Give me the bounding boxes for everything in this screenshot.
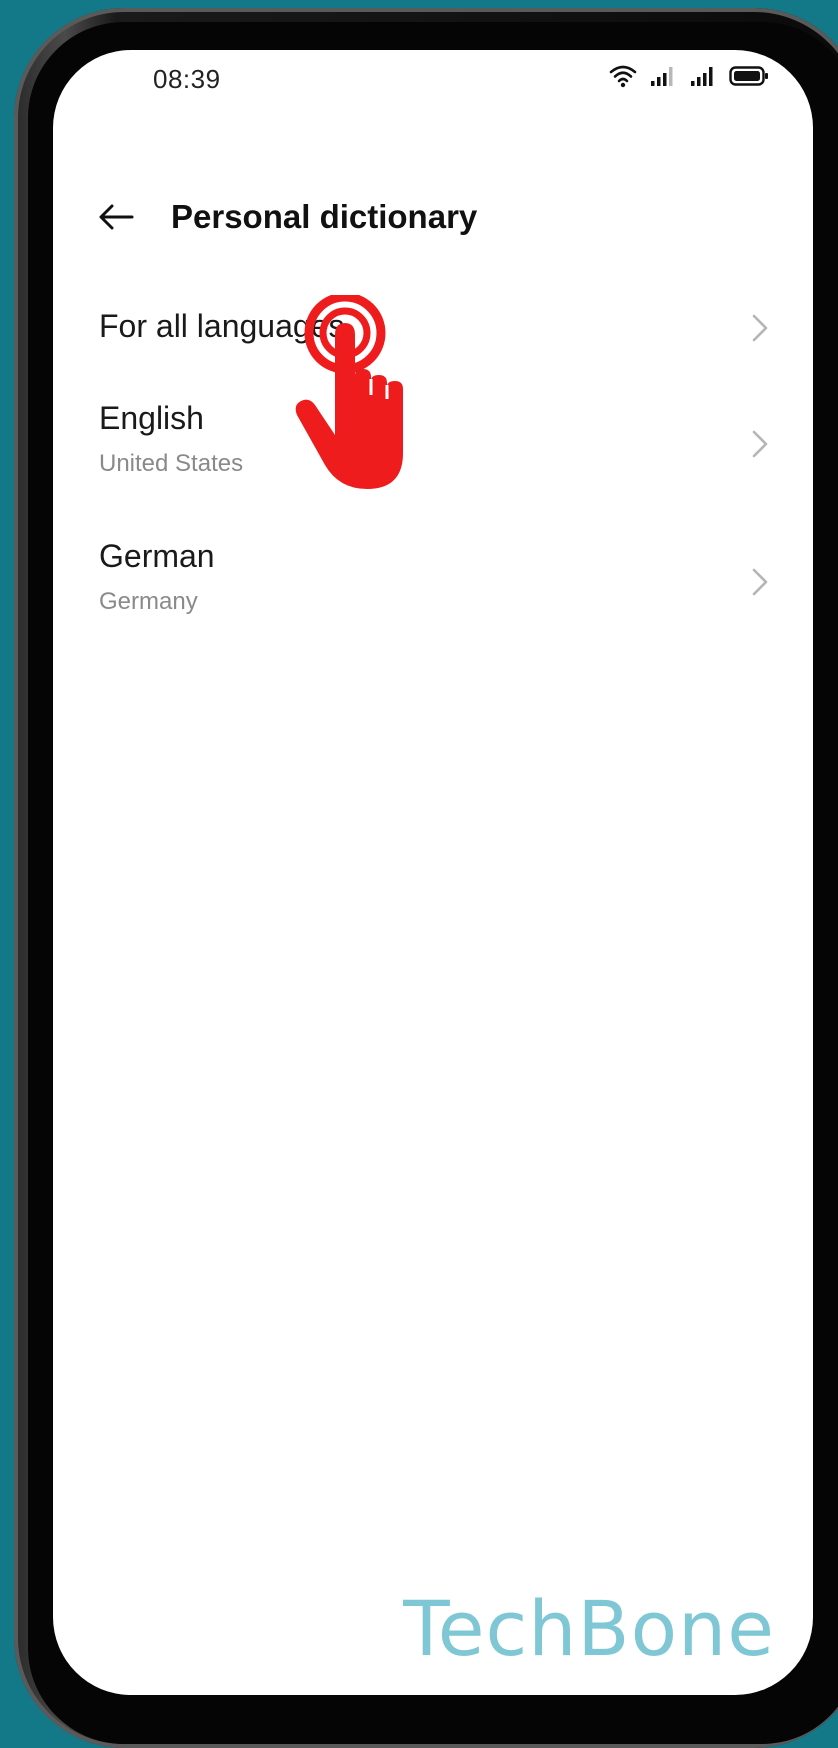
watermark-logo: TechBone [403, 1584, 775, 1673]
status-time: 08:39 [153, 64, 221, 94]
signal-icon [649, 64, 677, 88]
wifi-icon [609, 64, 637, 88]
chevron-right-icon [749, 428, 771, 460]
chevron-right-icon [749, 566, 771, 598]
list-item-title: English [99, 400, 204, 436]
dictionary-list: For all languages English United States … [53, 278, 813, 654]
chevron-right-icon [749, 312, 771, 344]
signal-icon [689, 64, 717, 88]
back-button[interactable] [91, 194, 141, 244]
list-item-english[interactable]: English United States [53, 378, 813, 516]
list-item-title: German [99, 538, 215, 574]
phone-screen: 08:39 Personal dictionary For all langua… [53, 50, 813, 1695]
status-bar: 08:39 [53, 50, 813, 120]
battery-icon [729, 64, 769, 88]
list-item-subtitle: Germany [99, 588, 198, 615]
list-item-title: For all languages [99, 308, 345, 344]
list-item-subtitle: United States [99, 450, 244, 477]
list-item-german[interactable]: German Germany [53, 516, 813, 654]
page-title: Personal dictionary [171, 198, 478, 235]
arrow-left-icon [96, 201, 136, 238]
list-item-for-all-languages[interactable]: For all languages [53, 278, 813, 378]
app-header: Personal dictionary [53, 180, 813, 260]
status-icons [609, 64, 769, 88]
